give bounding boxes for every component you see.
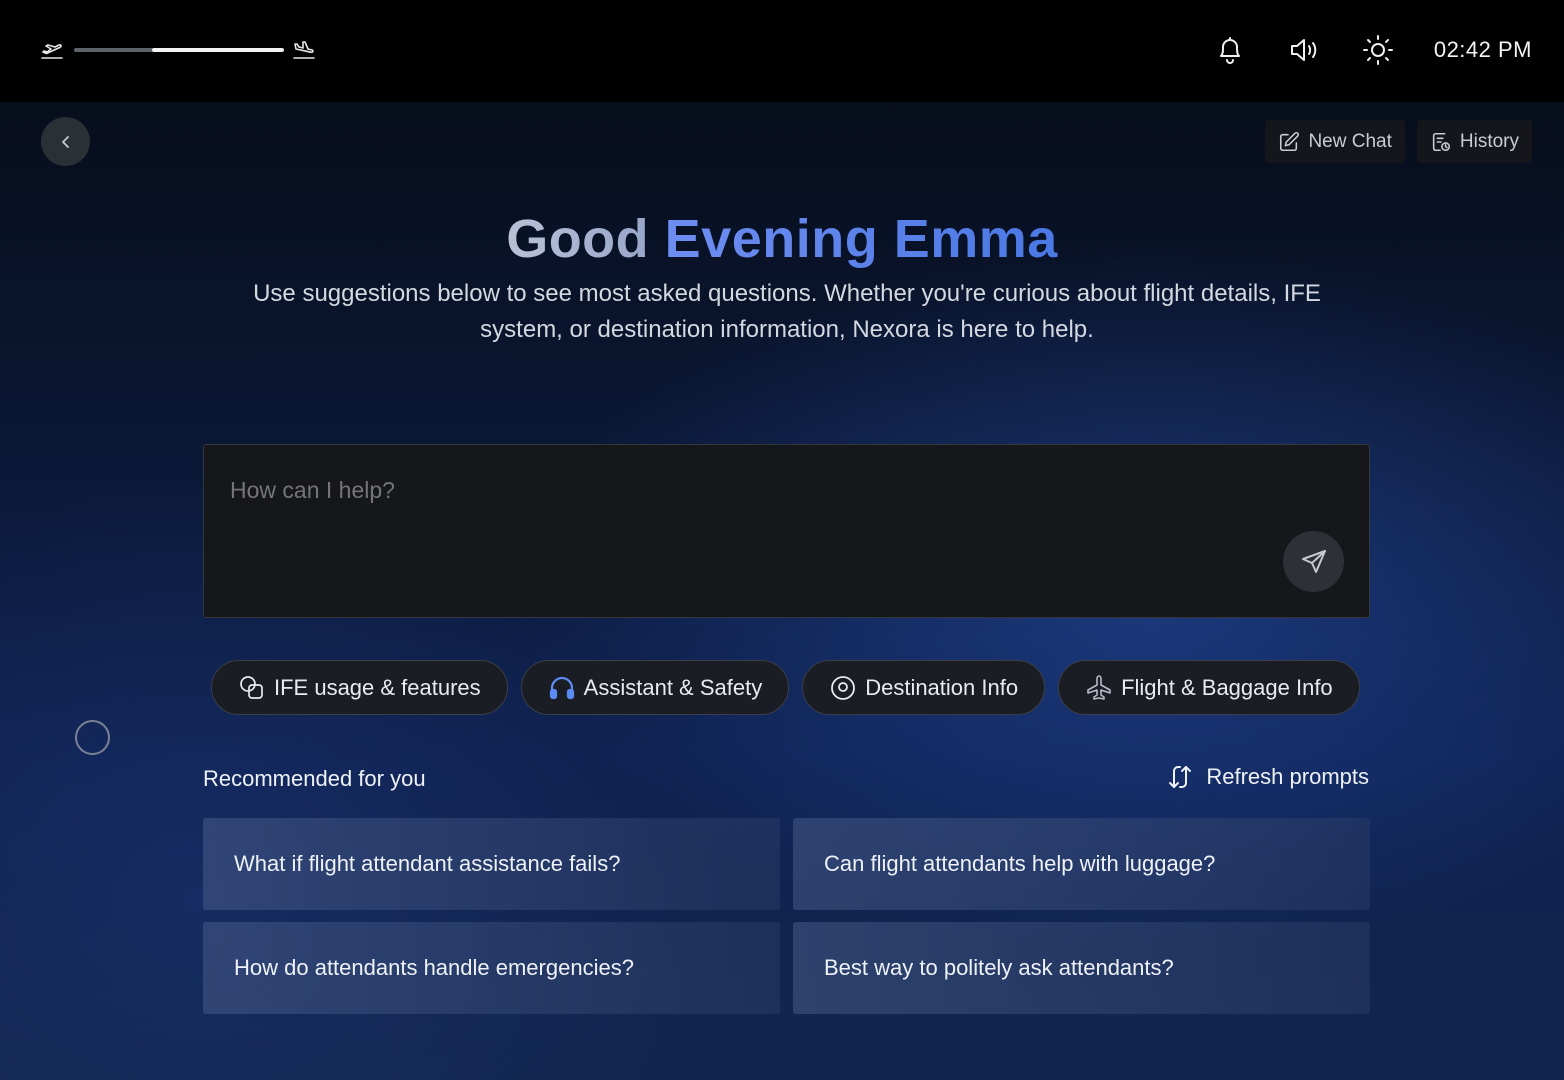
chip-assistant-safety[interactable]: Assistant & Safety bbox=[520, 660, 790, 715]
greeting-title: Good Evening Emma bbox=[0, 208, 1564, 270]
clock: 02:42 PM bbox=[1433, 37, 1532, 62]
prompt-input[interactable] bbox=[230, 475, 1230, 505]
recommended-title: Recommended for you bbox=[203, 766, 426, 791]
category-chips: IFE usage & features Assistant & Safety … bbox=[211, 660, 1360, 715]
greeting-subtitle: Use suggestions below to see most asked … bbox=[253, 280, 1321, 343]
headset-icon bbox=[549, 676, 574, 699]
prompt-box bbox=[203, 444, 1370, 618]
chip-destination-info[interactable]: Destination Info bbox=[802, 660, 1046, 715]
greeting-prefix: Good bbox=[506, 209, 650, 269]
chip-label: Assistant & Safety bbox=[583, 674, 763, 700]
bell-icon[interactable] bbox=[1212, 32, 1248, 68]
recommended-prompt[interactable]: Can flight attendants help with luggage? bbox=[793, 818, 1370, 910]
chip-label: Destination Info bbox=[865, 674, 1019, 700]
history-button[interactable]: History bbox=[1416, 120, 1532, 163]
airplane-icon bbox=[1087, 674, 1111, 700]
new-chat-label: New Chat bbox=[1308, 130, 1392, 152]
scroll-indicator bbox=[75, 720, 110, 755]
send-button[interactable] bbox=[1283, 531, 1344, 592]
refresh-prompts-button[interactable]: Refresh prompts bbox=[1166, 763, 1369, 791]
plane-takeoff-icon bbox=[41, 44, 63, 59]
flight-progress-elapsed bbox=[74, 48, 152, 52]
greeting-name: Evening Emma bbox=[664, 209, 1058, 269]
recommended-prompt[interactable]: How do attendants handle emergencies? bbox=[203, 922, 780, 1014]
history-icon bbox=[1432, 132, 1450, 151]
chevron-left-icon bbox=[61, 135, 69, 148]
flight-progress bbox=[40, 38, 320, 62]
recommended-prompt[interactable]: What if flight attendant assistance fail… bbox=[203, 818, 780, 910]
refresh-icon bbox=[1169, 766, 1192, 788]
history-label: History bbox=[1459, 130, 1519, 152]
back-button[interactable] bbox=[41, 117, 90, 166]
flight-progress-fill bbox=[151, 48, 284, 52]
status-bar: 02:42 PM bbox=[0, 0, 1564, 102]
overlapping-shapes-icon bbox=[240, 675, 263, 699]
chip-ife-usage[interactable]: IFE usage & features bbox=[211, 660, 508, 715]
send-icon bbox=[1301, 549, 1326, 573]
chip-flight-baggage[interactable]: Flight & Baggage Info bbox=[1058, 660, 1360, 715]
new-chat-button[interactable]: New Chat bbox=[1265, 120, 1405, 163]
location-pin-icon bbox=[831, 675, 856, 700]
brightness-icon[interactable] bbox=[1360, 32, 1396, 68]
flight-progress-track bbox=[74, 48, 284, 52]
volume-icon[interactable] bbox=[1286, 32, 1322, 68]
edit-icon bbox=[1280, 131, 1300, 151]
chip-label: IFE usage & features bbox=[274, 674, 481, 700]
recommended-list: What if flight attendant assistance fail… bbox=[203, 818, 1370, 1014]
plane-landing-icon bbox=[293, 41, 315, 59]
refresh-label: Refresh prompts bbox=[1206, 764, 1369, 789]
recommended-prompt[interactable]: Best way to politely ask attendants? bbox=[793, 922, 1370, 1014]
chip-label: Flight & Baggage Info bbox=[1121, 674, 1333, 700]
